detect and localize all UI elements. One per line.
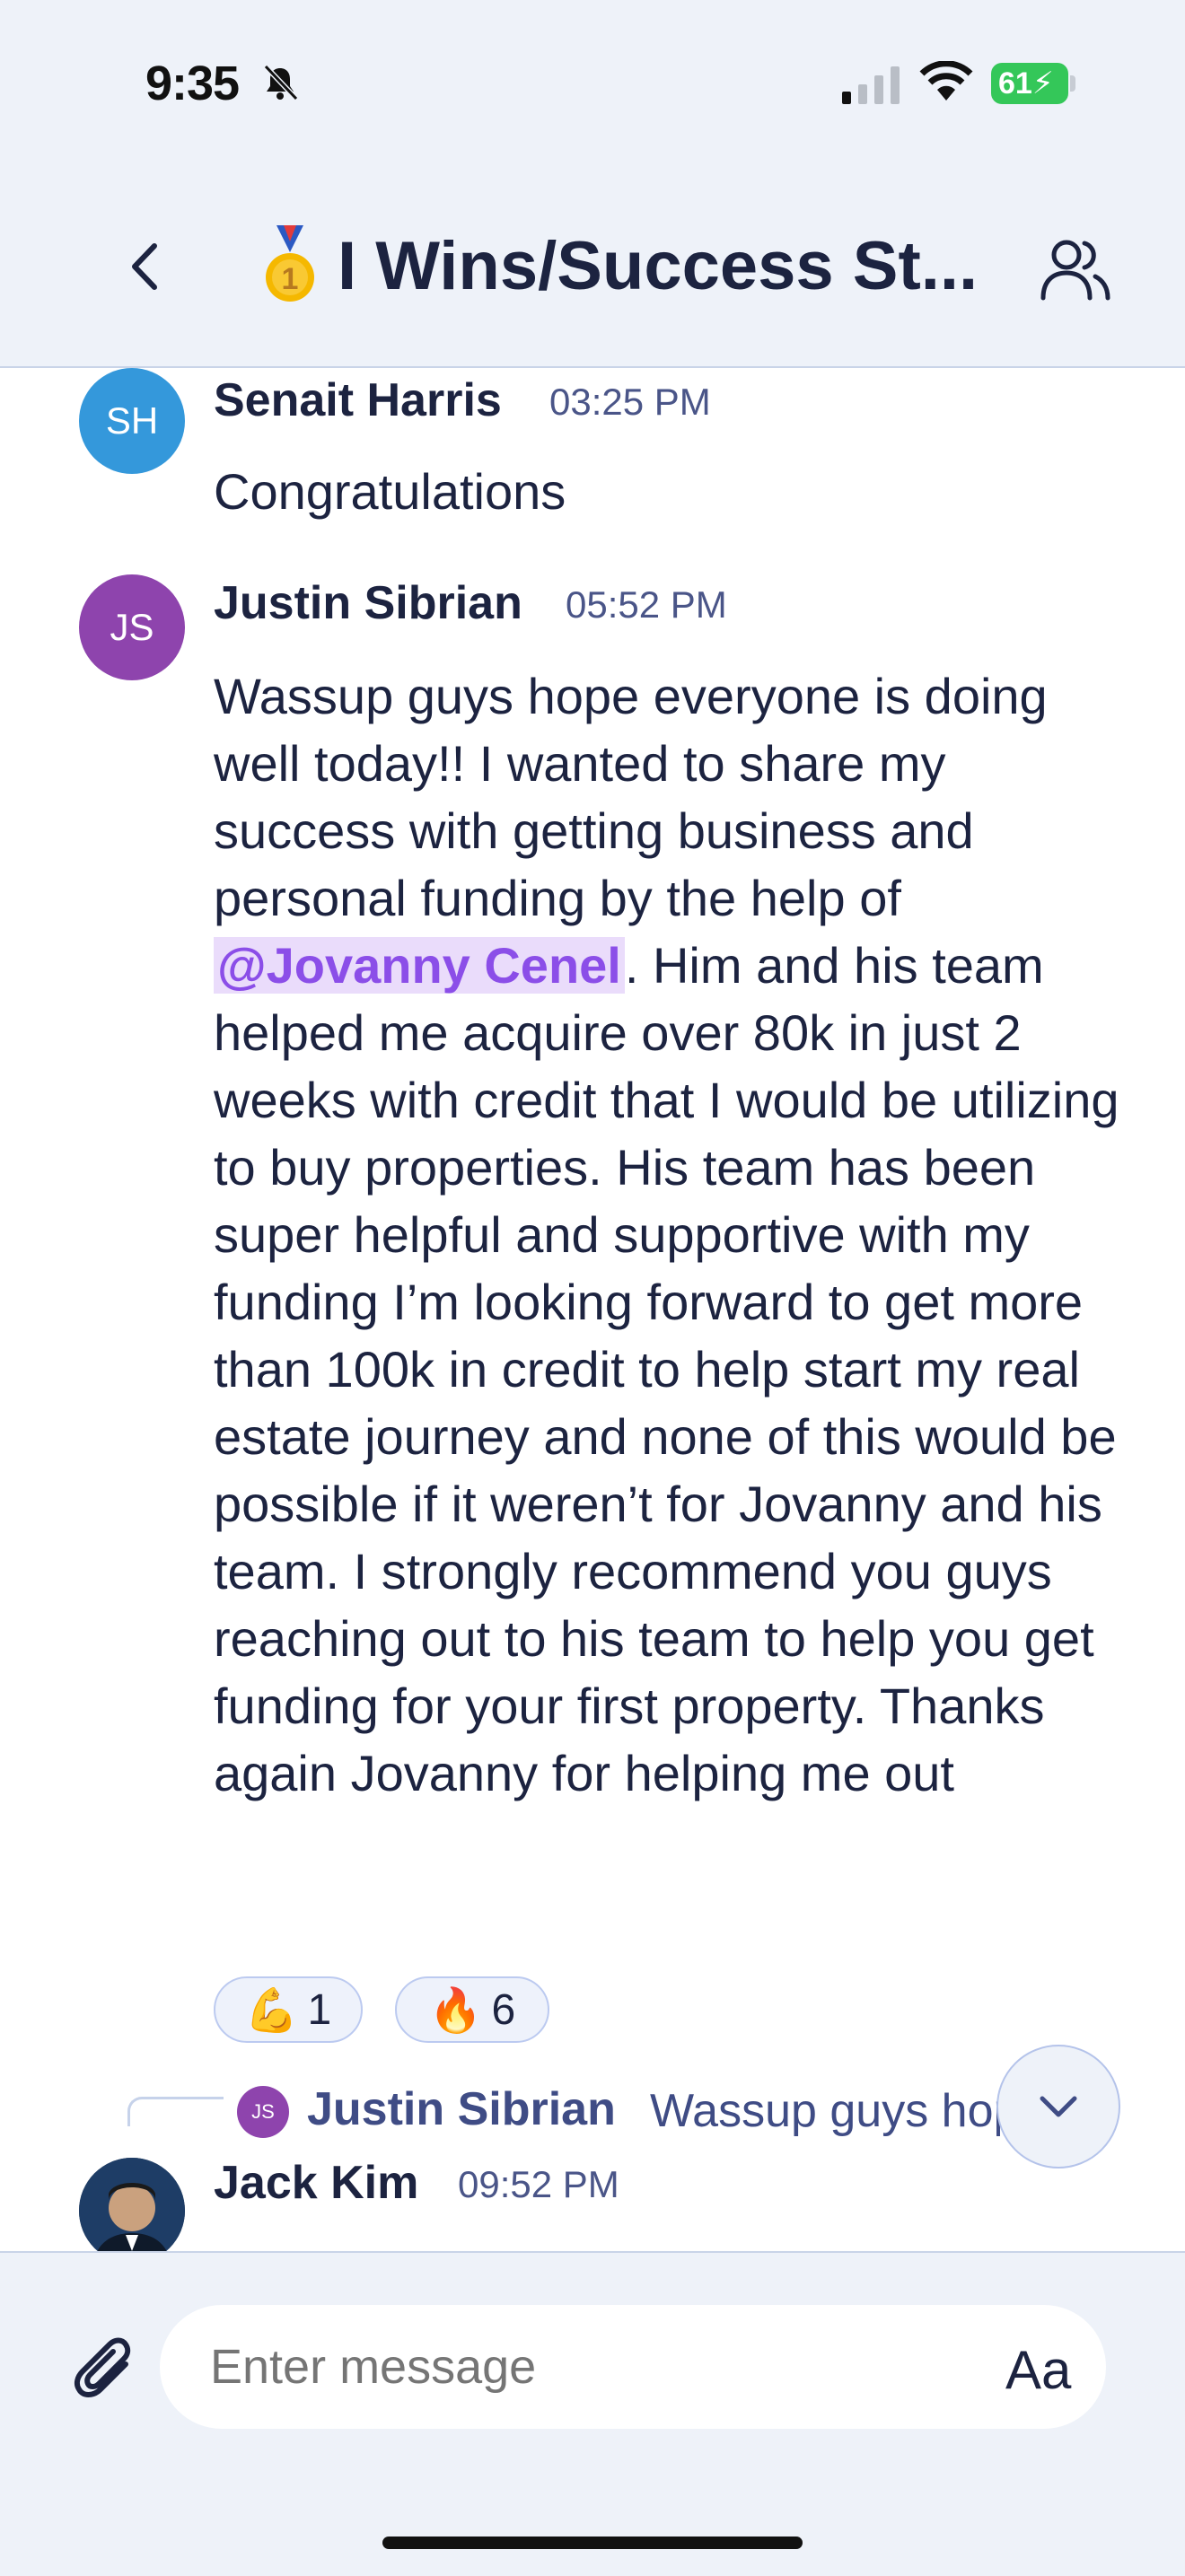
profile-photo [79, 2158, 185, 2264]
status-time: 9:35 [145, 57, 240, 110]
channel-title-text: I Wins/Success St... [338, 227, 979, 304]
home-indicator [382, 2537, 803, 2549]
avatar[interactable]: SH [79, 368, 185, 474]
sender-name[interactable]: Jack Kim [214, 2156, 418, 2210]
reply-avatar: JS [237, 2086, 289, 2138]
header-bar: 9:35 61⚡ 1 I Wins/Success St... [0, 0, 1185, 368]
message-text: Congratulations [214, 463, 566, 520]
back-arrow-icon[interactable] [122, 235, 167, 298]
reply-snippet[interactable]: Wassup guys hope everyone is doing well … [650, 2084, 1000, 2138]
reaction-count: 6 [491, 1985, 516, 2034]
battery-indicator: 61⚡ [991, 63, 1068, 104]
battery-cap [1070, 75, 1075, 92]
reaction-fire[interactable]: 🔥 6 [395, 1976, 549, 2043]
wifi-icon [919, 61, 973, 101]
sender-name[interactable]: Senait Harris [214, 373, 502, 427]
user-mention[interactable]: @Jovanny Cenel [214, 937, 625, 994]
charging-bolt-icon: ⚡ [1031, 66, 1054, 101]
message-input[interactable] [160, 2305, 1106, 2429]
chevron-down-icon [1040, 2096, 1077, 2117]
avatar[interactable]: JS [79, 574, 185, 680]
channel-title[interactable]: 1 I Wins/Success St... [259, 221, 1013, 311]
reaction-count: 1 [307, 1985, 332, 2034]
svg-text:1: 1 [282, 262, 299, 296]
paperclip-icon[interactable] [74, 2337, 136, 2404]
members-icon[interactable] [1040, 235, 1111, 303]
reply-connector [127, 2097, 224, 2126]
message-text: Wassup guys hope everyone is doing well … [214, 662, 1120, 1807]
cell-signal-icon [842, 66, 900, 104]
reply-sender-name[interactable]: Justin Sibrian [307, 2082, 616, 2136]
message-text-part: Wassup guys hope everyone is doing well … [214, 668, 1048, 926]
bell-muted-icon [263, 64, 299, 101]
text-format-button[interactable]: Aa [1005, 2339, 1071, 2401]
sender-name[interactable]: Justin Sibrian [214, 576, 522, 630]
battery-level: 61 [998, 66, 1032, 101]
flexed-biceps-icon: 💪 [244, 1986, 299, 2035]
avatar[interactable] [79, 2158, 185, 2264]
medal-icon: 1 [266, 225, 314, 302]
fire-icon: 🔥 [428, 1986, 483, 2035]
message-time: 09:52 PM [458, 2163, 619, 2205]
reaction-flexed-biceps[interactable]: 💪 1 [214, 1976, 363, 2043]
message-text-part: . Him and his team helped me acquire ove… [214, 937, 1119, 1801]
scroll-to-bottom-button[interactable] [996, 2045, 1120, 2169]
message-time: 05:52 PM [566, 583, 727, 626]
message-time: 03:25 PM [549, 381, 711, 423]
